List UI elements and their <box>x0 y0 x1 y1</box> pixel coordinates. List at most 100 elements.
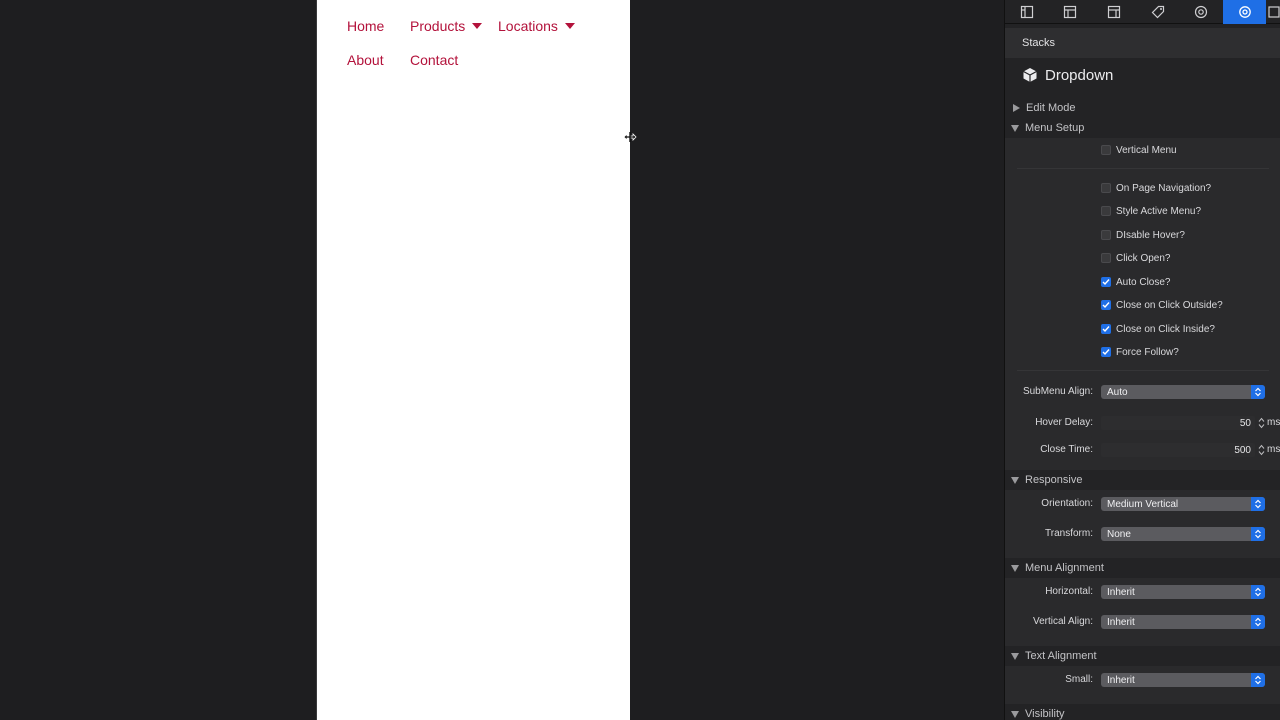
section-edit-mode[interactable]: Edit Mode <box>1005 98 1280 118</box>
checkbox-label: Close on Click Inside? <box>1116 323 1215 335</box>
section-responsive[interactable]: Responsive <box>1005 470 1280 490</box>
nav-item-products[interactable]: Products <box>410 18 483 34</box>
submenu-align-label: SubMenu Align: <box>1022 386 1093 397</box>
tag-icon <box>1151 5 1164 19</box>
close-time-input[interactable]: 500 <box>1101 443 1255 457</box>
small-label: Small: <box>1065 674 1093 685</box>
checkbox-icon <box>1101 206 1111 216</box>
section-menu-setup[interactable]: Menu Setup <box>1005 118 1280 138</box>
checkbox-label: Auto Close? <box>1116 276 1171 288</box>
site-inspector-button[interactable] <box>1092 0 1135 24</box>
orientation-select[interactable]: Medium Vertical <box>1101 497 1265 511</box>
input-value: 500 <box>1234 444 1251 456</box>
more-button[interactable] <box>1266 0 1280 24</box>
panel-icon <box>1267 6 1280 18</box>
checkbox-label: On Page Navigation? <box>1116 182 1212 194</box>
caret-down-icon <box>472 23 483 29</box>
section-label: Menu Setup <box>1025 122 1085 134</box>
checkbox-icon <box>1101 230 1111 240</box>
submenu-align-select[interactable]: Auto <box>1101 385 1265 399</box>
checkbox-close-on-click-outside[interactable]: Close on Click Outside? <box>1101 297 1223 313</box>
checkbox-close-on-click-inside[interactable]: Close on Click Inside? <box>1101 321 1215 337</box>
layout-inspector-button[interactable] <box>1048 0 1091 24</box>
transform-select[interactable]: None <box>1101 527 1265 541</box>
inspector-panel: Stacks Dropdown Edit Mode Menu Setup Ver… <box>1004 0 1280 720</box>
nav-label: About <box>347 52 384 68</box>
section-visibility[interactable]: Visibility <box>1005 704 1280 720</box>
select-arrows-icon <box>1251 585 1265 599</box>
stepper-icon[interactable] <box>1258 444 1265 456</box>
horizontal-select[interactable]: Inherit <box>1101 585 1265 599</box>
stacks-header: Stacks <box>1005 28 1280 58</box>
disclosure-down-icon <box>1011 124 1019 132</box>
disclosure-down-icon <box>1011 476 1019 484</box>
nav-item-about[interactable]: About <box>347 52 384 68</box>
checkbox-label: Style Active Menu? <box>1116 205 1202 217</box>
close-time-label: Close Time: <box>1040 444 1093 455</box>
disclosure-down-icon <box>1011 652 1019 660</box>
checkbox-label: Force Follow? <box>1116 346 1179 358</box>
checkbox-checked-icon <box>1101 324 1111 334</box>
horizontal-label: Horizontal: <box>1045 586 1093 597</box>
stack-title: Dropdown <box>1045 66 1114 84</box>
select-value: Auto <box>1107 386 1128 398</box>
checkbox-style-active-menu[interactable]: Style Active Menu? <box>1101 203 1201 219</box>
section-label: Menu Alignment <box>1025 562 1104 574</box>
disclosure-right-icon <box>1013 104 1020 112</box>
hover-delay-input[interactable]: 50 <box>1101 416 1255 430</box>
hover-delay-unit: ms <box>1267 417 1280 428</box>
checkbox-label: Click Open? <box>1116 252 1171 264</box>
checkbox-checked-icon <box>1101 300 1111 310</box>
nav-item-locations[interactable]: Locations <box>498 18 575 34</box>
stack-settings-button[interactable] <box>1223 0 1266 24</box>
section-menu-alignment[interactable]: Menu Alignment <box>1005 558 1280 578</box>
checkbox-disable-hover[interactable]: DIsable Hover? <box>1101 227 1185 243</box>
nav-item-contact[interactable]: Contact <box>410 52 458 68</box>
at-inspector-button[interactable] <box>1179 0 1222 24</box>
select-value: Inherit <box>1107 586 1135 598</box>
checkbox-icon <box>1101 145 1111 155</box>
nav-label: Locations <box>498 18 558 34</box>
layout-inspector-icon <box>1063 5 1076 19</box>
caret-down-icon <box>564 23 575 29</box>
cube-icon <box>1023 68 1037 82</box>
checkbox-checked-icon <box>1101 277 1111 287</box>
checkbox-click-open[interactable]: Click Open? <box>1101 250 1170 266</box>
checkbox-label: Vertical Menu <box>1116 144 1177 156</box>
checkbox-checked-icon <box>1101 347 1111 357</box>
checkbox-vertical-menu[interactable]: Vertical Menu <box>1101 142 1177 158</box>
nav-label: Products <box>410 18 466 34</box>
close-time-unit: ms <box>1267 444 1280 455</box>
stepper-icon[interactable] <box>1258 417 1265 429</box>
checkbox-label: Close on Click Outside? <box>1116 299 1223 311</box>
section-text-alignment[interactable]: Text Alignment <box>1005 646 1280 666</box>
select-arrows-icon <box>1251 497 1265 511</box>
vertical-align-select[interactable]: Inherit <box>1101 615 1265 629</box>
disclosure-down-icon <box>1011 710 1019 718</box>
select-value: Medium Vertical <box>1107 498 1179 510</box>
nav-label: Home <box>347 18 385 34</box>
checkbox-force-follow[interactable]: Force Follow? <box>1101 344 1179 360</box>
stacks-header-label: Stacks <box>1022 37 1056 49</box>
section-label: Visibility <box>1025 708 1065 720</box>
select-arrows-icon <box>1251 385 1265 399</box>
nav-item-home[interactable]: Home <box>347 18 384 34</box>
section-label: Text Alignment <box>1025 650 1097 662</box>
transform-label: Transform: <box>1045 528 1093 539</box>
stack-settings-icon <box>1238 6 1251 18</box>
stack-title-row: Dropdown <box>1005 62 1280 88</box>
page-inspector-button[interactable] <box>1005 0 1048 24</box>
divider <box>1017 370 1269 371</box>
section-label: Responsive <box>1025 474 1083 486</box>
checkbox-auto-close[interactable]: Auto Close? <box>1101 274 1170 290</box>
at-sign-icon <box>1194 5 1207 19</box>
checkbox-icon <box>1101 253 1111 263</box>
checkbox-on-page-navigation[interactable]: On Page Navigation? <box>1101 180 1211 196</box>
seo-inspector-button[interactable] <box>1136 0 1179 24</box>
page-preview: Home Products Locations About Contact <box>316 0 630 720</box>
small-select[interactable]: Inherit <box>1101 673 1265 687</box>
hover-delay-label: Hover Delay: <box>1035 417 1093 428</box>
select-value: Inherit <box>1107 616 1135 628</box>
resize-cursor-icon <box>623 132 637 142</box>
select-arrows-icon <box>1251 615 1265 629</box>
